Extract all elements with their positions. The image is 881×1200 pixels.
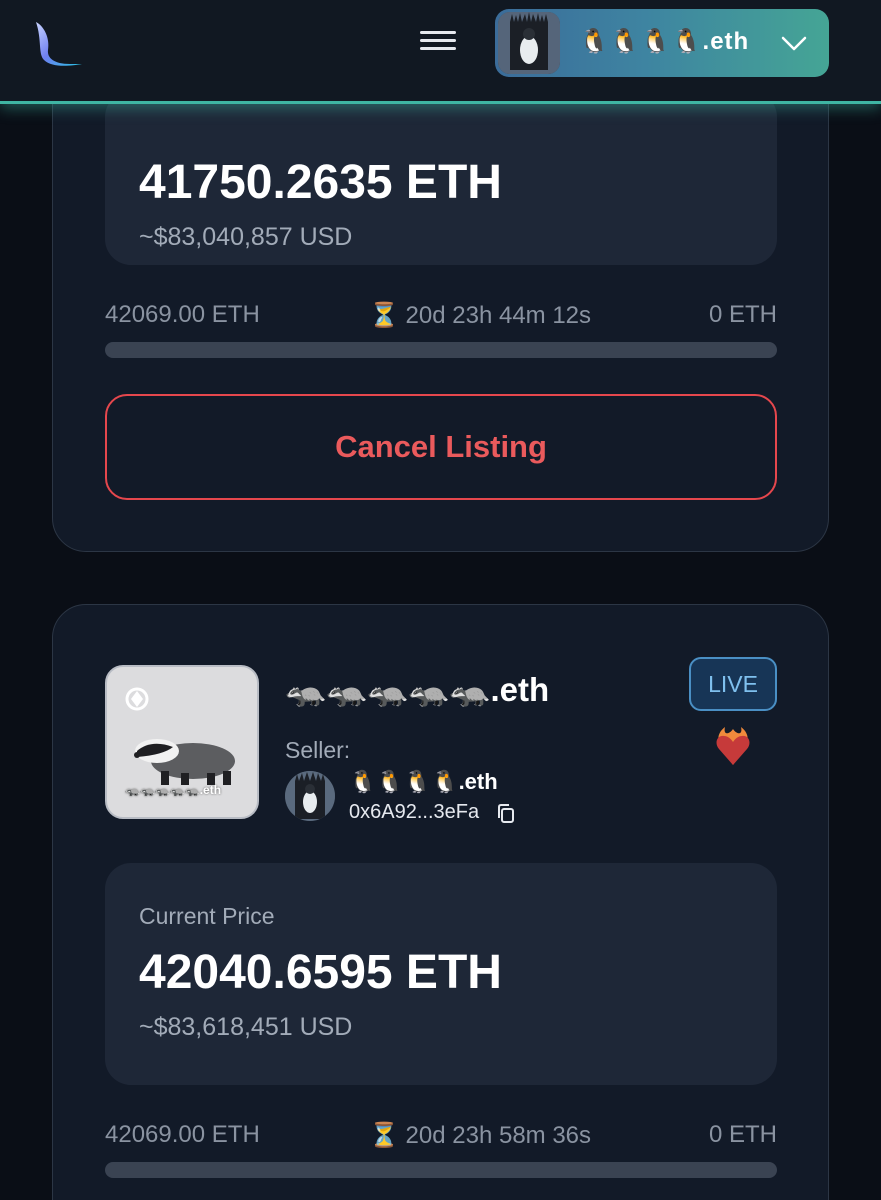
price-box: 41750.2635 ETH ~$83,040,857 USD (105, 91, 777, 265)
throne-avatar-image (498, 12, 560, 74)
account-ens-name: 🐧🐧🐧🐧.eth (579, 28, 750, 55)
seller-ens-name[interactable]: 🐧🐧🐧🐧.eth (349, 769, 498, 795)
nft-thumb-caption: 🦡🦡🦡🦡🦡.eth (125, 783, 222, 797)
listing-card-own: 41750.2635 ETH ~$83,040,857 USD 42069.00… (52, 60, 829, 552)
listing-card: 🦡🦡🦡🦡🦡.eth 🦡🦡🦡🦡🦡.eth LIVE Seller: 🐧🐧🐧🐧.et… (52, 604, 829, 1200)
start-price: 42069.00 ETH (105, 1121, 260, 1148)
nft-name[interactable]: 🦡🦡🦡🦡🦡.eth (285, 671, 549, 710)
auction-meta-row: 42069.00 ETH ⏳ 20d 23h 44m 12s 0 ETH (105, 301, 777, 335)
price-usd: ~$83,618,451 USD (139, 1013, 353, 1041)
price-progress-bar (105, 1162, 777, 1178)
copy-icon[interactable] (496, 803, 516, 825)
chevron-down-icon (781, 36, 807, 51)
nft-thumbnail[interactable]: 🦡🦡🦡🦡🦡.eth (105, 665, 259, 819)
top-nav-bar: 🐧🐧🐧🐧.eth (0, 0, 881, 104)
seller-address: 0x6A92...3eFa (349, 801, 480, 823)
price-eth: 42040.6595 ETH (139, 946, 502, 999)
end-price: 0 ETH (708, 301, 777, 328)
progress-fill (105, 342, 777, 358)
heart-on-fire-icon[interactable] (711, 725, 755, 769)
seller-label: Seller: (285, 737, 351, 763)
end-price: 0 ETH (708, 1121, 777, 1148)
account-dropdown[interactable]: 🐧🐧🐧🐧.eth (495, 9, 829, 77)
start-price: 42069.00 ETH (105, 301, 260, 328)
countdown-timer: ⏳ 20d 23h 58m 36s (369, 1122, 592, 1149)
menu-line (420, 39, 456, 42)
account-avatar (498, 12, 560, 74)
price-eth: 41750.2635 ETH (139, 156, 502, 209)
price-usd: ~$83,040,857 USD (139, 223, 353, 251)
status-badge: LIVE (689, 657, 777, 711)
current-price-label: Current Price (139, 903, 275, 929)
cancel-listing-button[interactable]: Cancel Listing (105, 394, 777, 500)
hamburger-menu-button[interactable] (418, 26, 458, 60)
price-progress-bar (105, 342, 777, 358)
menu-line (420, 47, 456, 50)
price-box: Current Price 42040.6595 ETH ~$83,618,45… (105, 863, 777, 1085)
countdown-timer: ⏳ 20d 23h 44m 12s (369, 302, 592, 329)
seller-avatar[interactable] (285, 771, 335, 821)
menu-line (420, 31, 456, 34)
progress-fill (105, 1162, 777, 1178)
app-logo-icon[interactable] (30, 16, 86, 72)
throne-avatar-image (285, 771, 335, 821)
auction-meta-row: 42069.00 ETH ⏳ 20d 23h 58m 36s 0 ETH (105, 1121, 777, 1155)
